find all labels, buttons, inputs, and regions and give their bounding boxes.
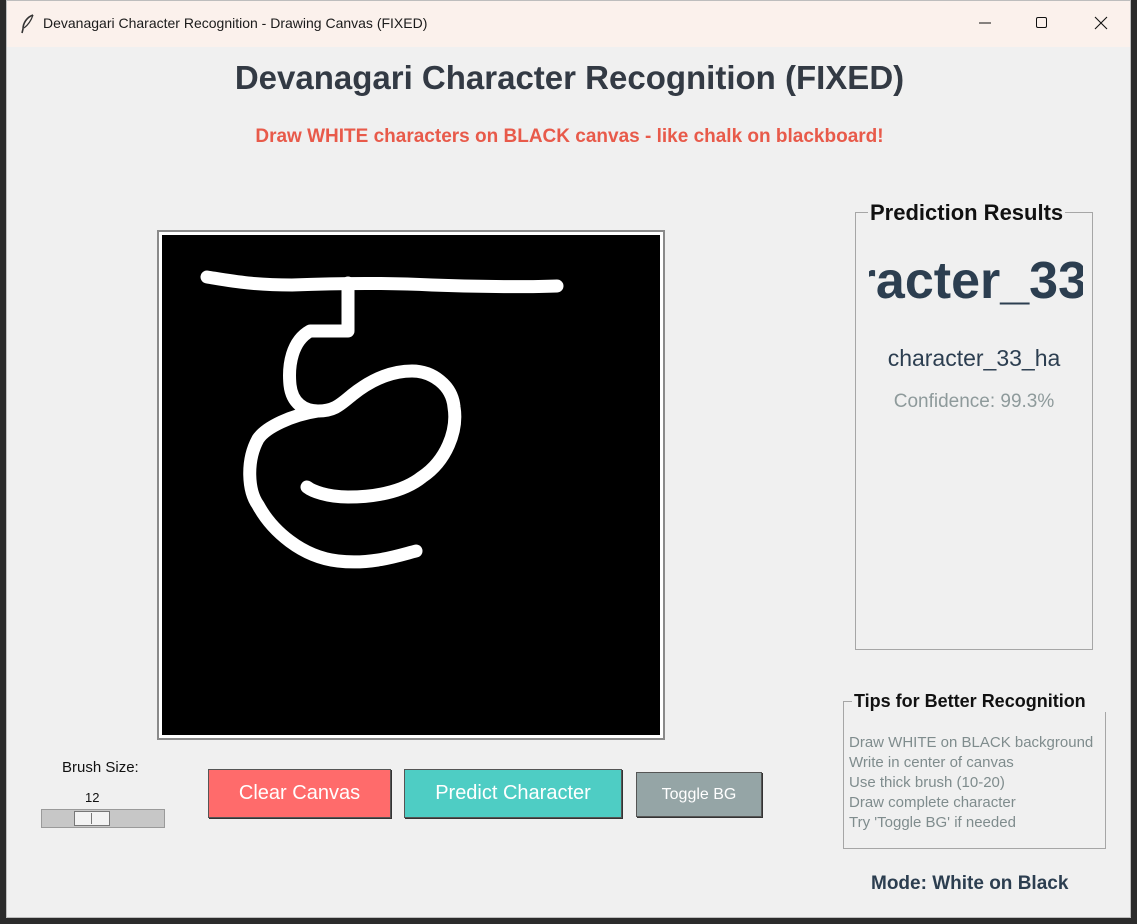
tips-label: Tips for Better Recognition <box>852 691 1106 712</box>
close-icon <box>1094 16 1108 30</box>
tips-list: Draw WHITE on BLACK background Write in … <box>849 733 1104 833</box>
instructions-subtitle: Draw WHITE characters on BLACK canvas - … <box>255 126 884 147</box>
app-window: Devanagari Character Recognition - Drawi… <box>6 0 1131 918</box>
minimize-button[interactable] <box>957 1 1015 47</box>
brush-size-label: Brush Size: <box>62 759 139 776</box>
tip-item: Write in center of canvas <box>849 754 1014 771</box>
title-bar[interactable]: Devanagari Character Recognition - Drawi… <box>7 1 1130 47</box>
tip-item: Use thick brush (10-20) <box>849 774 1005 791</box>
tip-item: Try 'Toggle BG' if needed <box>849 814 1016 831</box>
brush-size-slider[interactable] <box>41 809 165 828</box>
minimize-icon <box>979 22 991 24</box>
drawn-character-strokes <box>200 270 564 569</box>
confidence-value: Confidence: 99.3% <box>893 391 1055 412</box>
predict-character-button[interactable]: Predict Character <box>404 769 622 818</box>
maximize-icon <box>1036 17 1047 28</box>
prediction-big-clip: character_33 <box>869 251 1083 321</box>
canvas-frame <box>157 230 665 740</box>
prediction-results-label: Prediction Results <box>868 200 1066 226</box>
feather-icon <box>19 14 37 34</box>
predicted-class-name: character_33_ha <box>887 345 1061 371</box>
mode-status: Mode: White on Black <box>871 873 1069 894</box>
maximize-button[interactable] <box>1014 1 1072 47</box>
drawing-canvas[interactable] <box>162 235 660 735</box>
close-button[interactable] <box>1073 1 1130 47</box>
predicted-character-large: character_33 <box>869 252 1083 310</box>
brush-size-value: 12 <box>85 790 100 805</box>
window-title: Devanagari Character Recognition - Drawi… <box>43 15 428 31</box>
tip-item: Draw complete character <box>849 794 1016 811</box>
page-title: Devanagari Character Recognition (FIXED) <box>234 59 905 96</box>
toggle-bg-button[interactable]: Toggle BG <box>636 772 762 817</box>
slider-thumb[interactable] <box>74 811 110 826</box>
clear-canvas-button[interactable]: Clear Canvas <box>208 769 391 818</box>
tip-item: Draw WHITE on BLACK background <box>849 734 1094 751</box>
